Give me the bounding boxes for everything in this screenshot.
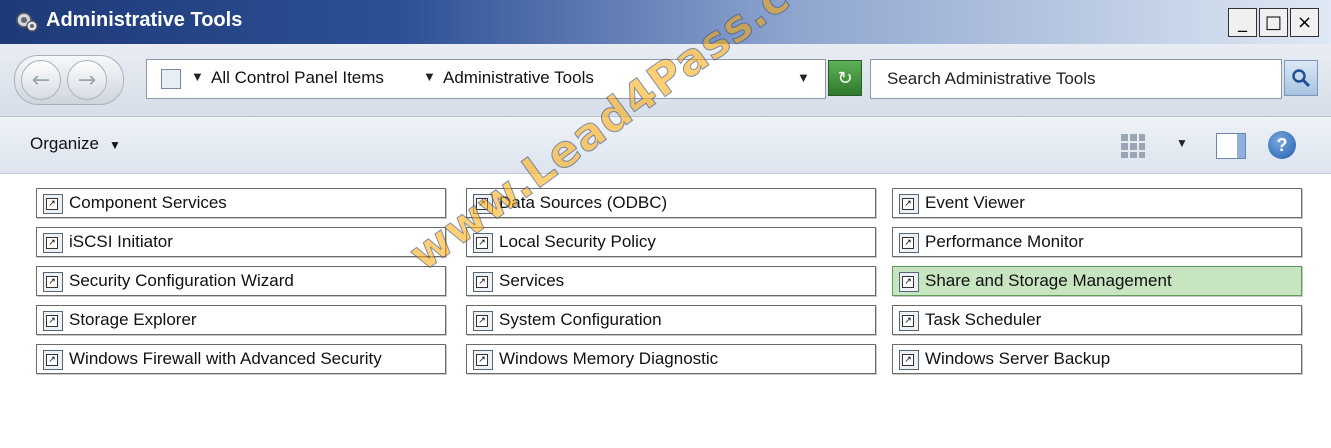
admin-tool-item[interactable]: ↗ Task Scheduler — [892, 305, 1302, 335]
shortcut-icon: ↗ — [899, 348, 921, 370]
breadcrumb-chevron-icon[interactable]: ▼ — [423, 69, 436, 84]
organize-label: Organize — [30, 134, 99, 153]
admin-tool-item[interactable]: ↗ Windows Firewall with Advanced Security — [36, 344, 446, 374]
title-bar: Administrative Tools _ □ × — [0, 0, 1331, 44]
command-bar: Organize ▼ ▼ ? — [0, 117, 1331, 174]
item-label: Event Viewer — [925, 193, 1025, 212]
back-arrow-icon[interactable]: ← — [21, 60, 61, 100]
shortcut-icon: ↗ — [473, 309, 495, 331]
shortcut-icon: ↗ — [43, 231, 65, 253]
help-icon[interactable]: ? — [1268, 131, 1296, 159]
search-input[interactable]: Search Administrative Tools — [870, 59, 1282, 99]
breadcrumb-segment[interactable]: All Control Panel Items — [211, 68, 384, 88]
shortcut-icon: ↗ — [899, 231, 921, 253]
admin-tools-gear-icon — [16, 12, 38, 32]
item-label: System Configuration — [499, 310, 662, 329]
admin-tool-item[interactable]: ↗ Windows Memory Diagnostic — [466, 344, 876, 374]
shortcut-icon: ↗ — [43, 309, 65, 331]
item-label: Storage Explorer — [69, 310, 197, 329]
preview-pane-icon[interactable] — [1216, 133, 1246, 159]
item-label: Component Services — [69, 193, 227, 212]
forward-arrow-icon[interactable]: → — [67, 60, 107, 100]
refresh-icon[interactable]: ↻ — [828, 60, 862, 96]
item-label: Performance Monitor — [925, 232, 1084, 251]
close-button[interactable]: × — [1290, 8, 1319, 37]
admin-tool-item[interactable]: ↗ Component Services — [36, 188, 446, 218]
search-placeholder: Search Administrative Tools — [887, 69, 1096, 88]
item-label: Windows Server Backup — [925, 349, 1111, 368]
item-label: Security Configuration Wizard — [69, 271, 294, 290]
admin-tool-item[interactable]: ↗ Share and Storage Management — [892, 266, 1302, 296]
item-label: Local Security Policy — [499, 232, 656, 251]
item-label: Share and Storage Management — [925, 271, 1172, 290]
item-label: Services — [499, 271, 565, 290]
organize-button[interactable]: Organize ▼ — [30, 134, 121, 154]
chevron-down-icon: ▼ — [108, 138, 121, 152]
admin-tool-item[interactable]: ↗ iSCSI Initiator — [36, 227, 446, 257]
shortcut-icon: ↗ — [473, 270, 495, 292]
shortcut-icon: ↗ — [473, 348, 495, 370]
item-label: iSCSI Initiator — [69, 232, 173, 251]
admin-tool-item[interactable]: ↗ System Configuration — [466, 305, 876, 335]
shortcut-icon: ↗ — [43, 270, 65, 292]
breadcrumb-chevron-icon[interactable]: ▼ — [191, 69, 204, 84]
shortcut-icon: ↗ — [43, 192, 65, 214]
admin-tool-item[interactable]: ↗ Windows Server Backup — [892, 344, 1302, 374]
admin-tool-item[interactable]: ↗ Storage Explorer — [36, 305, 446, 335]
admin-tool-item[interactable]: ↗ Event Viewer — [892, 188, 1302, 218]
maximize-button[interactable]: □ — [1259, 8, 1288, 37]
shortcut-icon: ↗ — [899, 270, 921, 292]
admin-tool-item[interactable]: ↗ Services — [466, 266, 876, 296]
shortcut-icon: ↗ — [899, 309, 921, 331]
views-dropdown-icon[interactable]: ▼ — [1176, 136, 1188, 150]
nav-buttons: ← → — [14, 55, 124, 105]
item-label: Task Scheduler — [925, 310, 1042, 329]
views-icon[interactable] — [1118, 131, 1148, 161]
shortcut-icon: ↗ — [899, 192, 921, 214]
shortcut-icon: ↗ — [43, 348, 65, 370]
item-label: Windows Firewall with Advanced Security — [69, 349, 382, 368]
minimize-button[interactable]: _ — [1228, 8, 1257, 37]
breadcrumb-segment[interactable]: Administrative Tools — [443, 68, 594, 88]
items-view: ↗ Component Services ↗ Data Sources (ODBC) ↗… — [0, 174, 1331, 448]
window-title: Administrative Tools — [46, 9, 243, 31]
admin-tool-item[interactable]: ↗ Security Configuration Wizard — [36, 266, 446, 296]
address-dropdown-icon[interactable]: ▼ — [797, 70, 810, 85]
search-icon[interactable] — [1284, 60, 1318, 96]
admin-tool-item[interactable]: ↗ Performance Monitor — [892, 227, 1302, 257]
admin-tool-item[interactable]: ↗ Local Security Policy — [466, 227, 876, 257]
control-panel-icon — [161, 69, 181, 89]
item-label: Windows Memory Diagnostic — [499, 349, 719, 368]
